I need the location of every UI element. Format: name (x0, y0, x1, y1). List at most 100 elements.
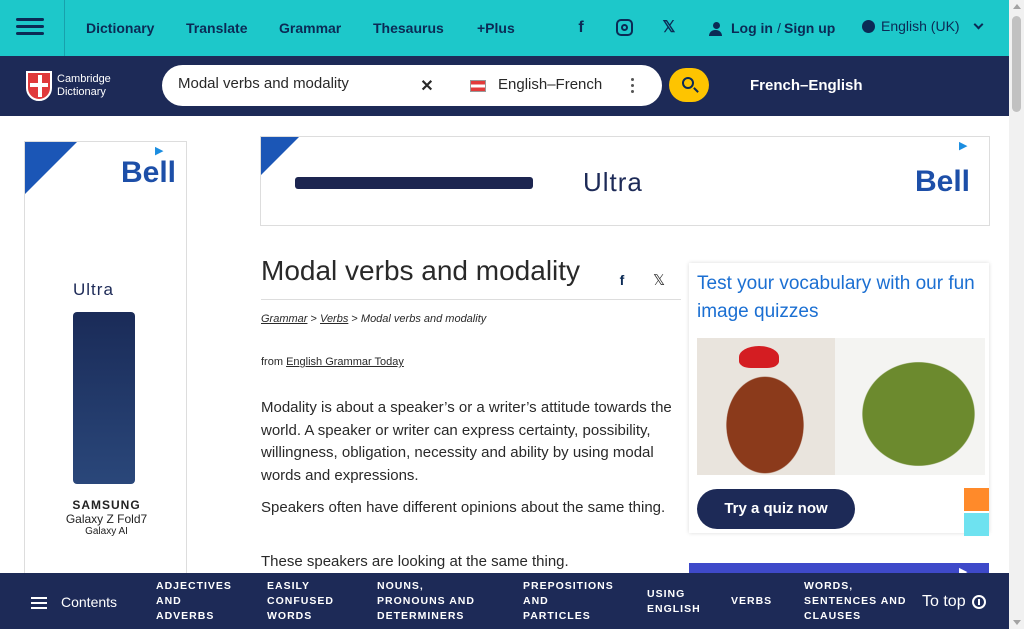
x-icon[interactable]: 𝕏 (660, 19, 678, 37)
flag-icon (470, 80, 486, 92)
breadcrumb-current: Modal verbs and modality (360, 313, 487, 325)
breadcrumb-verbs[interactable]: Verbs (320, 313, 348, 325)
facebook-icon[interactable]: f (572, 19, 590, 37)
ad-model: Galaxy Z Fold7 (65, 512, 148, 526)
quiz-title[interactable]: Test your vocabulary with our fun image … (697, 270, 977, 326)
contents-label: Contents (61, 594, 118, 610)
phone-image (295, 177, 533, 189)
category-line: DETERMINERS (377, 610, 465, 622)
login-link[interactable]: Log in (731, 20, 773, 36)
nav-translate[interactable]: Translate (186, 20, 247, 36)
nav-dictionary[interactable]: Dictionary (86, 20, 154, 36)
category-line: AND (156, 595, 182, 607)
language-selector[interactable]: English (UK) (862, 18, 984, 34)
title-divider (261, 299, 681, 300)
try-quiz-button[interactable]: Try a quiz now (697, 489, 855, 529)
category-line: ENGLISH (647, 603, 701, 615)
instagram-icon[interactable] (616, 19, 633, 36)
nav-divider (64, 0, 65, 56)
contents-button[interactable]: Contents (31, 594, 117, 610)
paragraph-example: These speakers are looking at the same t… (261, 553, 569, 570)
search-button[interactable] (669, 68, 709, 102)
logo-text: Cambridge Dictionary (57, 73, 111, 99)
ad-corner-shape (25, 142, 77, 194)
color-swatch-cyan (964, 513, 989, 536)
banner-advertisement[interactable]: Ultra Bell ▶ (260, 136, 990, 226)
nav-plus[interactable]: +Plus (477, 20, 515, 36)
category-verbs[interactable]: VERBS (731, 594, 772, 609)
category-line: PREPOSITIONS (523, 580, 614, 592)
hen-comb (739, 346, 779, 368)
source-line: from English Grammar Today (261, 356, 404, 368)
quiz-image[interactable] (697, 338, 985, 475)
clear-search-icon[interactable]: ✕ (418, 78, 436, 96)
ad-product: Ultra (73, 280, 114, 299)
ad-corner-shape (261, 137, 299, 175)
category-line: SENTENCES AND (804, 595, 907, 607)
more-options-icon[interactable] (631, 78, 635, 94)
share-x-icon[interactable]: 𝕏 (651, 271, 667, 289)
breadcrumb-grammar[interactable]: Grammar (261, 313, 307, 325)
ad-product: Ultra (583, 167, 643, 197)
scroll-down-icon[interactable] (1013, 620, 1021, 625)
category-line: CLAUSES (804, 610, 862, 622)
list-icon (31, 597, 47, 610)
category-line: PRONOUNS AND (377, 595, 475, 607)
page-scrollbar[interactable] (1009, 0, 1024, 629)
scroll-up-icon[interactable] (1013, 4, 1021, 9)
cambridge-logo[interactable]: Cambridge Dictionary (26, 71, 126, 103)
signup-link[interactable]: Sign up (784, 20, 835, 36)
search-input[interactable] (178, 75, 408, 92)
category-line: ADVERBS (156, 610, 215, 622)
hen-image (705, 350, 825, 475)
chevron-down-icon (974, 19, 984, 30)
category-line: CONFUSED (267, 595, 334, 607)
category-adjectives-adverbs[interactable]: ADJECTIVES AND ADVERBS (156, 579, 232, 624)
to-top-button[interactable]: To top (922, 593, 986, 611)
to-top-label: To top (922, 593, 966, 610)
nav-grammar[interactable]: Grammar (279, 20, 341, 36)
ad-brand: Bell (121, 156, 177, 189)
share-facebook-icon[interactable]: f (614, 272, 630, 288)
category-line: NOUNS, (377, 580, 424, 592)
switch-dictionary-button[interactable]: French–English (750, 77, 863, 94)
auth-divider: / (777, 20, 781, 36)
adchoices-icon[interactable]: ▶ (959, 139, 971, 152)
frog-image (847, 348, 977, 468)
paragraph-opinions: Speakers often have different opinions a… (261, 499, 666, 516)
adchoices-icon[interactable]: ▶ (155, 144, 167, 157)
category-using-english[interactable]: USING ENGLISH (647, 587, 701, 617)
source-link[interactable]: English Grammar Today (286, 356, 404, 368)
nav-thesaurus[interactable]: Thesaurus (373, 20, 444, 36)
category-easily-confused-words[interactable]: EASILY CONFUSED WORDS (267, 579, 334, 624)
category-line: ADJECTIVES (156, 580, 232, 592)
category-line: PARTICLES (523, 610, 591, 622)
language-label: English (UK) (881, 18, 960, 34)
side-advertisement[interactable]: ▶ Bell Ultra SAMSUNG Galaxy Z Fold7 Gala… (24, 141, 187, 581)
user-icon[interactable] (709, 22, 723, 36)
paragraph-modality: Modality is about a speaker’s or a write… (261, 399, 672, 484)
color-swatch-orange (964, 488, 989, 511)
category-line: WORDS, (804, 580, 854, 592)
search-icon (682, 77, 694, 89)
scrollbar-thumb[interactable] (1012, 16, 1021, 112)
breadcrumb-separator: > (310, 313, 317, 325)
menu-icon[interactable] (16, 14, 46, 42)
category-line: WORDS (267, 610, 313, 622)
phone-image (73, 312, 135, 484)
category-words-sentences-clauses[interactable]: WORDS, SENTENCES AND CLAUSES (804, 579, 906, 624)
ad-maker: SAMSUNG (72, 498, 141, 512)
logo-line1: Cambridge (57, 73, 111, 85)
ad-brand: Bell (915, 165, 971, 198)
dictionary-select[interactable]: English–French (498, 76, 602, 93)
globe-icon (862, 20, 875, 33)
category-line: AND (523, 595, 549, 607)
logo-line2: Dictionary (57, 86, 106, 98)
category-line: VERBS (731, 595, 773, 607)
breadcrumb: Grammar > Verbs > Modal verbs and modali… (261, 313, 486, 325)
arrow-up-icon (971, 594, 986, 609)
category-nouns-pronouns-determiners[interactable]: NOUNS, PRONOUNS AND DETERMINERS (377, 579, 475, 624)
shield-icon (26, 71, 52, 101)
source-prefix: from (261, 356, 283, 368)
category-prepositions-particles[interactable]: PREPOSITIONS AND PARTICLES (523, 579, 614, 624)
